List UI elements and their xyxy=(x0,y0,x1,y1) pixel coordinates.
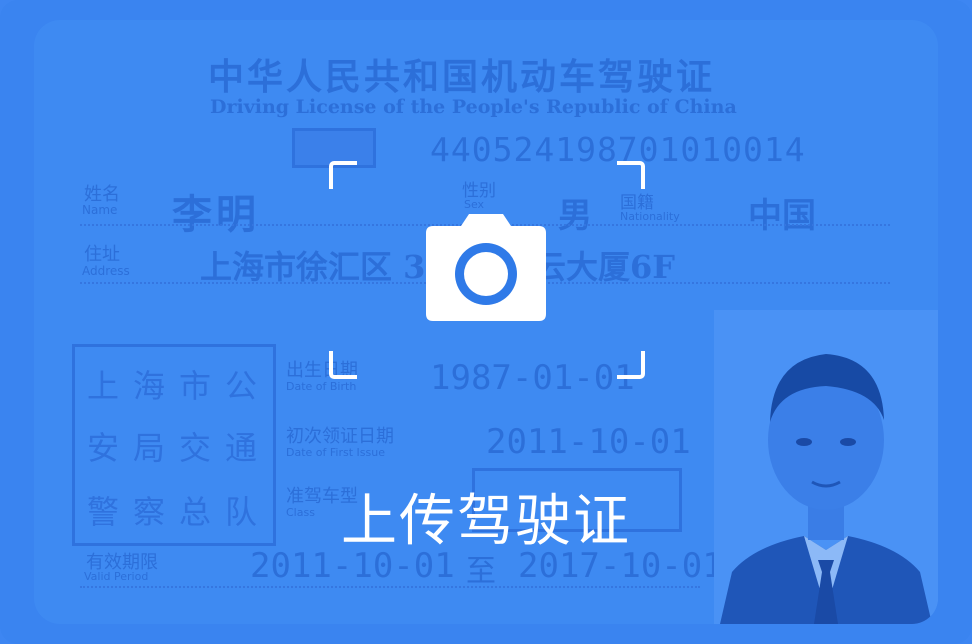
camera-icon[interactable] xyxy=(425,212,547,322)
upload-driving-license-label: 上传驾驶证 xyxy=(341,489,631,554)
scan-frame-corner-bottom-left xyxy=(329,351,357,379)
scan-frame-corner-top-left xyxy=(329,161,357,189)
scan-frame-corner-top-right xyxy=(617,161,645,189)
upload-driving-license-card[interactable]: 中华人民共和国机动车驾驶证 Driving License of the Peo… xyxy=(0,0,972,644)
upload-overlay: 上传驾驶证 xyxy=(0,0,972,644)
scan-frame-corner-bottom-right xyxy=(617,351,645,379)
